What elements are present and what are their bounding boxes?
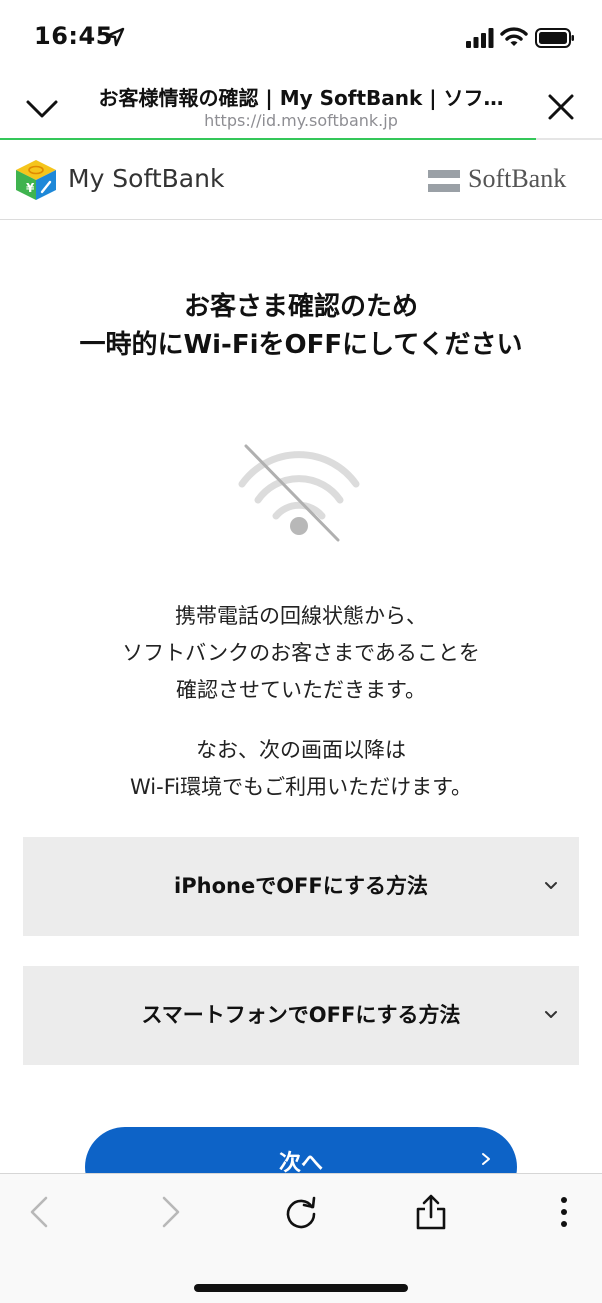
accordion-smartphone-label: スマートフォンでOFFにする方法 [141,1003,461,1027]
wifi-off-icon [238,444,360,542]
page-title: お客様情報の確認 | My SoftBank | ソフ… [98,86,504,110]
softbank-label: SoftBank [468,164,567,193]
chevron-down-icon [545,882,557,889]
share-icon[interactable] [411,1192,451,1232]
my-softbank-label[interactable]: My SoftBank [68,164,224,193]
explanation-text: 携帯電話の回線状態から、 ソフトバンクのお客さまであることを 確認させていただき… [0,598,602,709]
more-options-icon[interactable] [544,1192,584,1232]
explanation-line-3: 確認させていただきます。 [176,678,426,702]
home-indicator[interactable] [194,1284,408,1292]
softbank-logo-icon [428,170,460,192]
page-headline: お客さま確認のため 一時的にWi-FiをOFFにしてください [0,288,602,364]
battery-icon [535,28,574,48]
chevron-down-icon [545,1011,557,1018]
explanation-line-1: 携帯電話の回線状態から、 [175,604,427,628]
explanation-line-2: ソフトバンクのお客さまであることを [122,641,480,665]
note-text: なお、次の画面以降は Wi-Fi環境でもご利用いただけます。 [0,732,602,806]
browser-toolbar [0,1173,602,1303]
headline-line-2: 一時的にWi-FiをOFFにしてください [79,330,523,360]
accordion-iphone-label: iPhoneでOFFにする方法 [174,874,428,898]
note-line-2: Wi-Fi環境でもご利用いただけます。 [130,775,472,799]
page-url: https://id.my.softbank.jp [204,111,398,130]
note-line-1: なお、次の画面以降は [196,738,406,762]
reload-icon[interactable] [281,1192,321,1232]
svg-text:¥: ¥ [26,181,35,195]
browser-header: お客様情報の確認 | My SoftBank | ソフ… https://id.… [0,74,602,140]
status-time: 16:45 [34,22,113,50]
status-bar: 16:45 [0,0,602,74]
forward-icon[interactable] [150,1192,190,1232]
back-icon[interactable] [20,1192,60,1232]
headline-line-1: お客さま確認のため [183,292,418,322]
accordion-iphone-wifi-off[interactable]: iPhoneでOFFにする方法 [23,837,579,936]
cellular-signal-icon [466,28,494,48]
accordion-smartphone-wifi-off[interactable]: スマートフォンでOFFにする方法 [23,966,579,1065]
site-header: ¥ My SoftBank SoftBank [0,140,602,220]
location-arrow-icon [105,27,125,47]
my-softbank-logo-icon[interactable]: ¥ [14,158,58,202]
wifi-status-icon [500,27,528,46]
chevron-right-icon [482,1153,490,1165]
close-icon[interactable] [544,90,578,124]
chevron-down-icon[interactable] [24,90,60,126]
